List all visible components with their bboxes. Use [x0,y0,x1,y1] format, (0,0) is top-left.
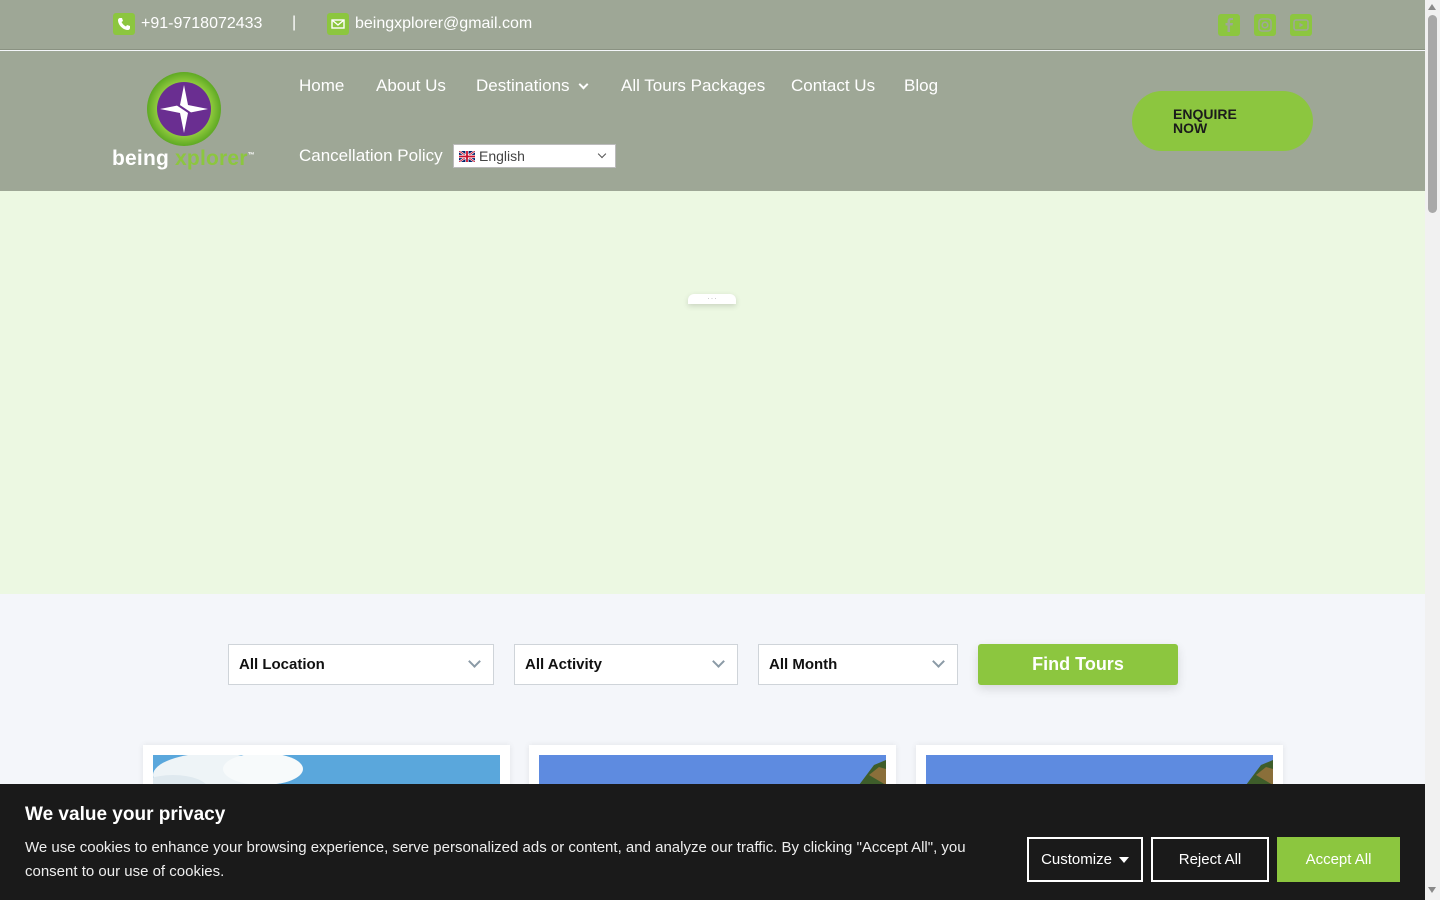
language-selector[interactable]: English [453,144,616,168]
customize-label: Customize [1041,851,1112,868]
find-tours-button[interactable]: Find Tours [978,644,1178,685]
activity-select-value: All Activity [525,656,602,673]
caret-down-icon [1118,856,1129,863]
nav-about-us[interactable]: About Us [376,76,446,96]
site-logo[interactable]: being xplorer™ [112,71,264,171]
instagram-icon[interactable] [1254,14,1276,36]
location-select[interactable]: All Location [228,644,494,685]
accept-all-button[interactable]: Accept All [1277,837,1400,882]
scroll-down-arrow-icon[interactable] [1428,887,1436,893]
customize-button[interactable]: Customize [1027,837,1143,882]
cookie-consent-banner: We value your privacy We use cookies to … [0,784,1425,900]
activity-select[interactable]: All Activity [514,644,738,685]
mail-icon [327,13,349,35]
top-bar: +91-9718072433 | beingxplorer@gmail.com [0,0,1425,50]
month-select-value: All Month [769,656,838,673]
uk-flag-icon [459,150,475,162]
nav-home[interactable]: Home [299,76,344,96]
cookie-text: We use cookies to enhance your browsing … [25,839,966,880]
cookie-title: We value your privacy [25,804,226,825]
chevron-down-icon [712,655,725,668]
scrollbar-thumb[interactable] [1428,15,1437,213]
nav-all-tours-packages[interactable]: All Tours Packages [621,76,765,96]
chevron-down-icon [932,655,945,668]
phone-icon [113,13,135,35]
enquire-now-button[interactable]: ENQUIRE NOW [1132,91,1313,151]
nav-destinations[interactable]: Destinations [476,76,589,96]
slider-loader: · · · [688,294,736,304]
nav-blog[interactable]: Blog [904,76,938,96]
location-select-value: All Location [239,656,325,673]
phone-link[interactable]: +91-9718072433 [113,13,262,35]
email-address: beingxplorer@gmail.com [355,15,533,32]
language-label: English [479,148,525,164]
phone-number: +91-9718072433 [141,15,263,32]
chevron-down-icon [597,149,607,159]
facebook-icon[interactable] [1218,14,1240,36]
scroll-up-arrow-icon[interactable] [1428,4,1436,10]
page-scrollbar[interactable] [1425,0,1440,900]
chevron-down-icon [468,655,481,668]
logo-wordmark: being xplorer™ [112,147,255,170]
nav-cancellation-policy[interactable]: Cancellation Policy [299,146,443,166]
chevron-down-icon [578,79,589,90]
month-select[interactable]: All Month [758,644,958,685]
topbar-separator: | [292,14,297,31]
reject-all-button[interactable]: Reject All [1151,837,1269,882]
nav-contact-us[interactable]: Contact Us [791,76,875,96]
hero-banner: · · · [0,191,1425,594]
youtube-icon[interactable] [1290,14,1312,36]
enquire-label-line2: NOW [1173,120,1208,136]
site-header: being xplorer™ Home About Us Destination… [0,51,1425,191]
email-link[interactable]: beingxplorer@gmail.com [327,13,532,35]
nav-destinations-label: Destinations [476,76,570,95]
